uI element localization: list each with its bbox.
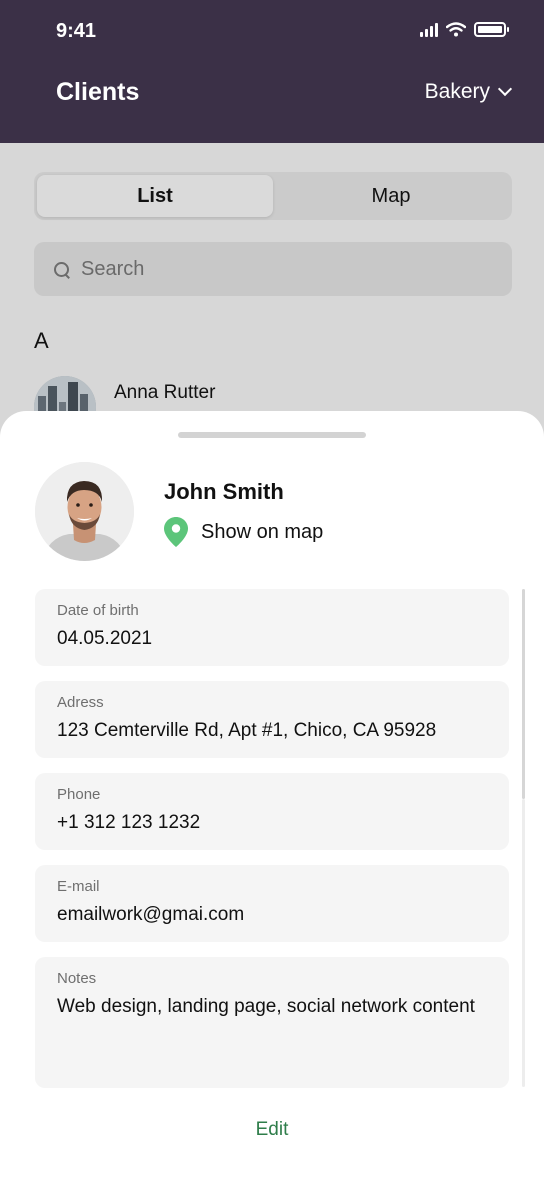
scrollbar-thumb[interactable] bbox=[522, 589, 525, 799]
phone-field[interactable]: Phone +1 312 123 1232 bbox=[35, 773, 509, 850]
address-field[interactable]: Adress 123 Cemterville Rd, Apt #1, Chico… bbox=[35, 681, 509, 758]
show-on-map-link[interactable]: Show on map bbox=[164, 517, 323, 547]
client-name: John Smith bbox=[164, 479, 284, 504]
search-bar bbox=[34, 242, 512, 296]
client-detail-sheet: John Smith Show on map Date of birth 04.… bbox=[0, 411, 544, 1178]
field-value: 04.05.2021 bbox=[57, 628, 153, 649]
tab-map[interactable]: Map bbox=[273, 175, 509, 217]
field-value: Web design, landing page, social network… bbox=[57, 996, 475, 1017]
tab-list[interactable]: List bbox=[37, 175, 273, 217]
field-label: Phone bbox=[57, 786, 101, 803]
business-dropdown-label: Bakery bbox=[424, 80, 490, 103]
notes-field[interactable]: Notes Web design, landing page, social n… bbox=[35, 957, 509, 1088]
search-input[interactable] bbox=[81, 257, 461, 281]
date-of-birth-field[interactable]: Date of birth 04.05.2021 bbox=[35, 589, 509, 666]
drag-handle[interactable] bbox=[178, 432, 366, 438]
field-label: Adress bbox=[57, 694, 104, 711]
app-screen: 9:41 Clients Bakery List Map A bbox=[0, 0, 544, 1178]
scrollbar-track[interactable] bbox=[522, 799, 525, 1087]
field-value: 123 Cemterville Rd, Apt #1, Chico, CA 95… bbox=[57, 720, 437, 741]
business-dropdown[interactable]: Bakery bbox=[424, 80, 513, 104]
page-title: Clients bbox=[56, 78, 140, 106]
list-item[interactable]: Anna Rutter bbox=[34, 376, 512, 438]
field-label: Date of birth bbox=[57, 602, 139, 619]
email-field[interactable]: E-mail emailwork@gmai.com bbox=[35, 865, 509, 942]
avatar bbox=[35, 462, 134, 561]
battery-icon bbox=[474, 22, 509, 37]
view-toggle: List Map bbox=[34, 172, 512, 220]
field-label: E-mail bbox=[57, 878, 100, 895]
field-value: emailwork@gmai.com bbox=[57, 904, 245, 925]
section-header: A bbox=[34, 328, 49, 353]
show-on-map-label: Show on map bbox=[201, 520, 324, 543]
status-icons bbox=[420, 22, 509, 37]
signal-icon bbox=[420, 22, 438, 37]
search-icon bbox=[54, 261, 69, 277]
wifi-icon bbox=[446, 22, 466, 37]
chevron-down-icon bbox=[497, 81, 513, 97]
app-header: 9:41 Clients Bakery bbox=[0, 0, 544, 143]
list-item-name: Anna Rutter bbox=[114, 382, 216, 403]
client-fields: Date of birth 04.05.2021 Adress 123 Cemt… bbox=[35, 589, 509, 1103]
status-time: 9:41 bbox=[56, 20, 97, 42]
field-label: Notes bbox=[57, 970, 97, 987]
edit-button[interactable]: Edit bbox=[222, 1119, 322, 1149]
field-value: +1 312 123 1232 bbox=[57, 812, 201, 833]
map-pin-icon bbox=[164, 517, 188, 547]
